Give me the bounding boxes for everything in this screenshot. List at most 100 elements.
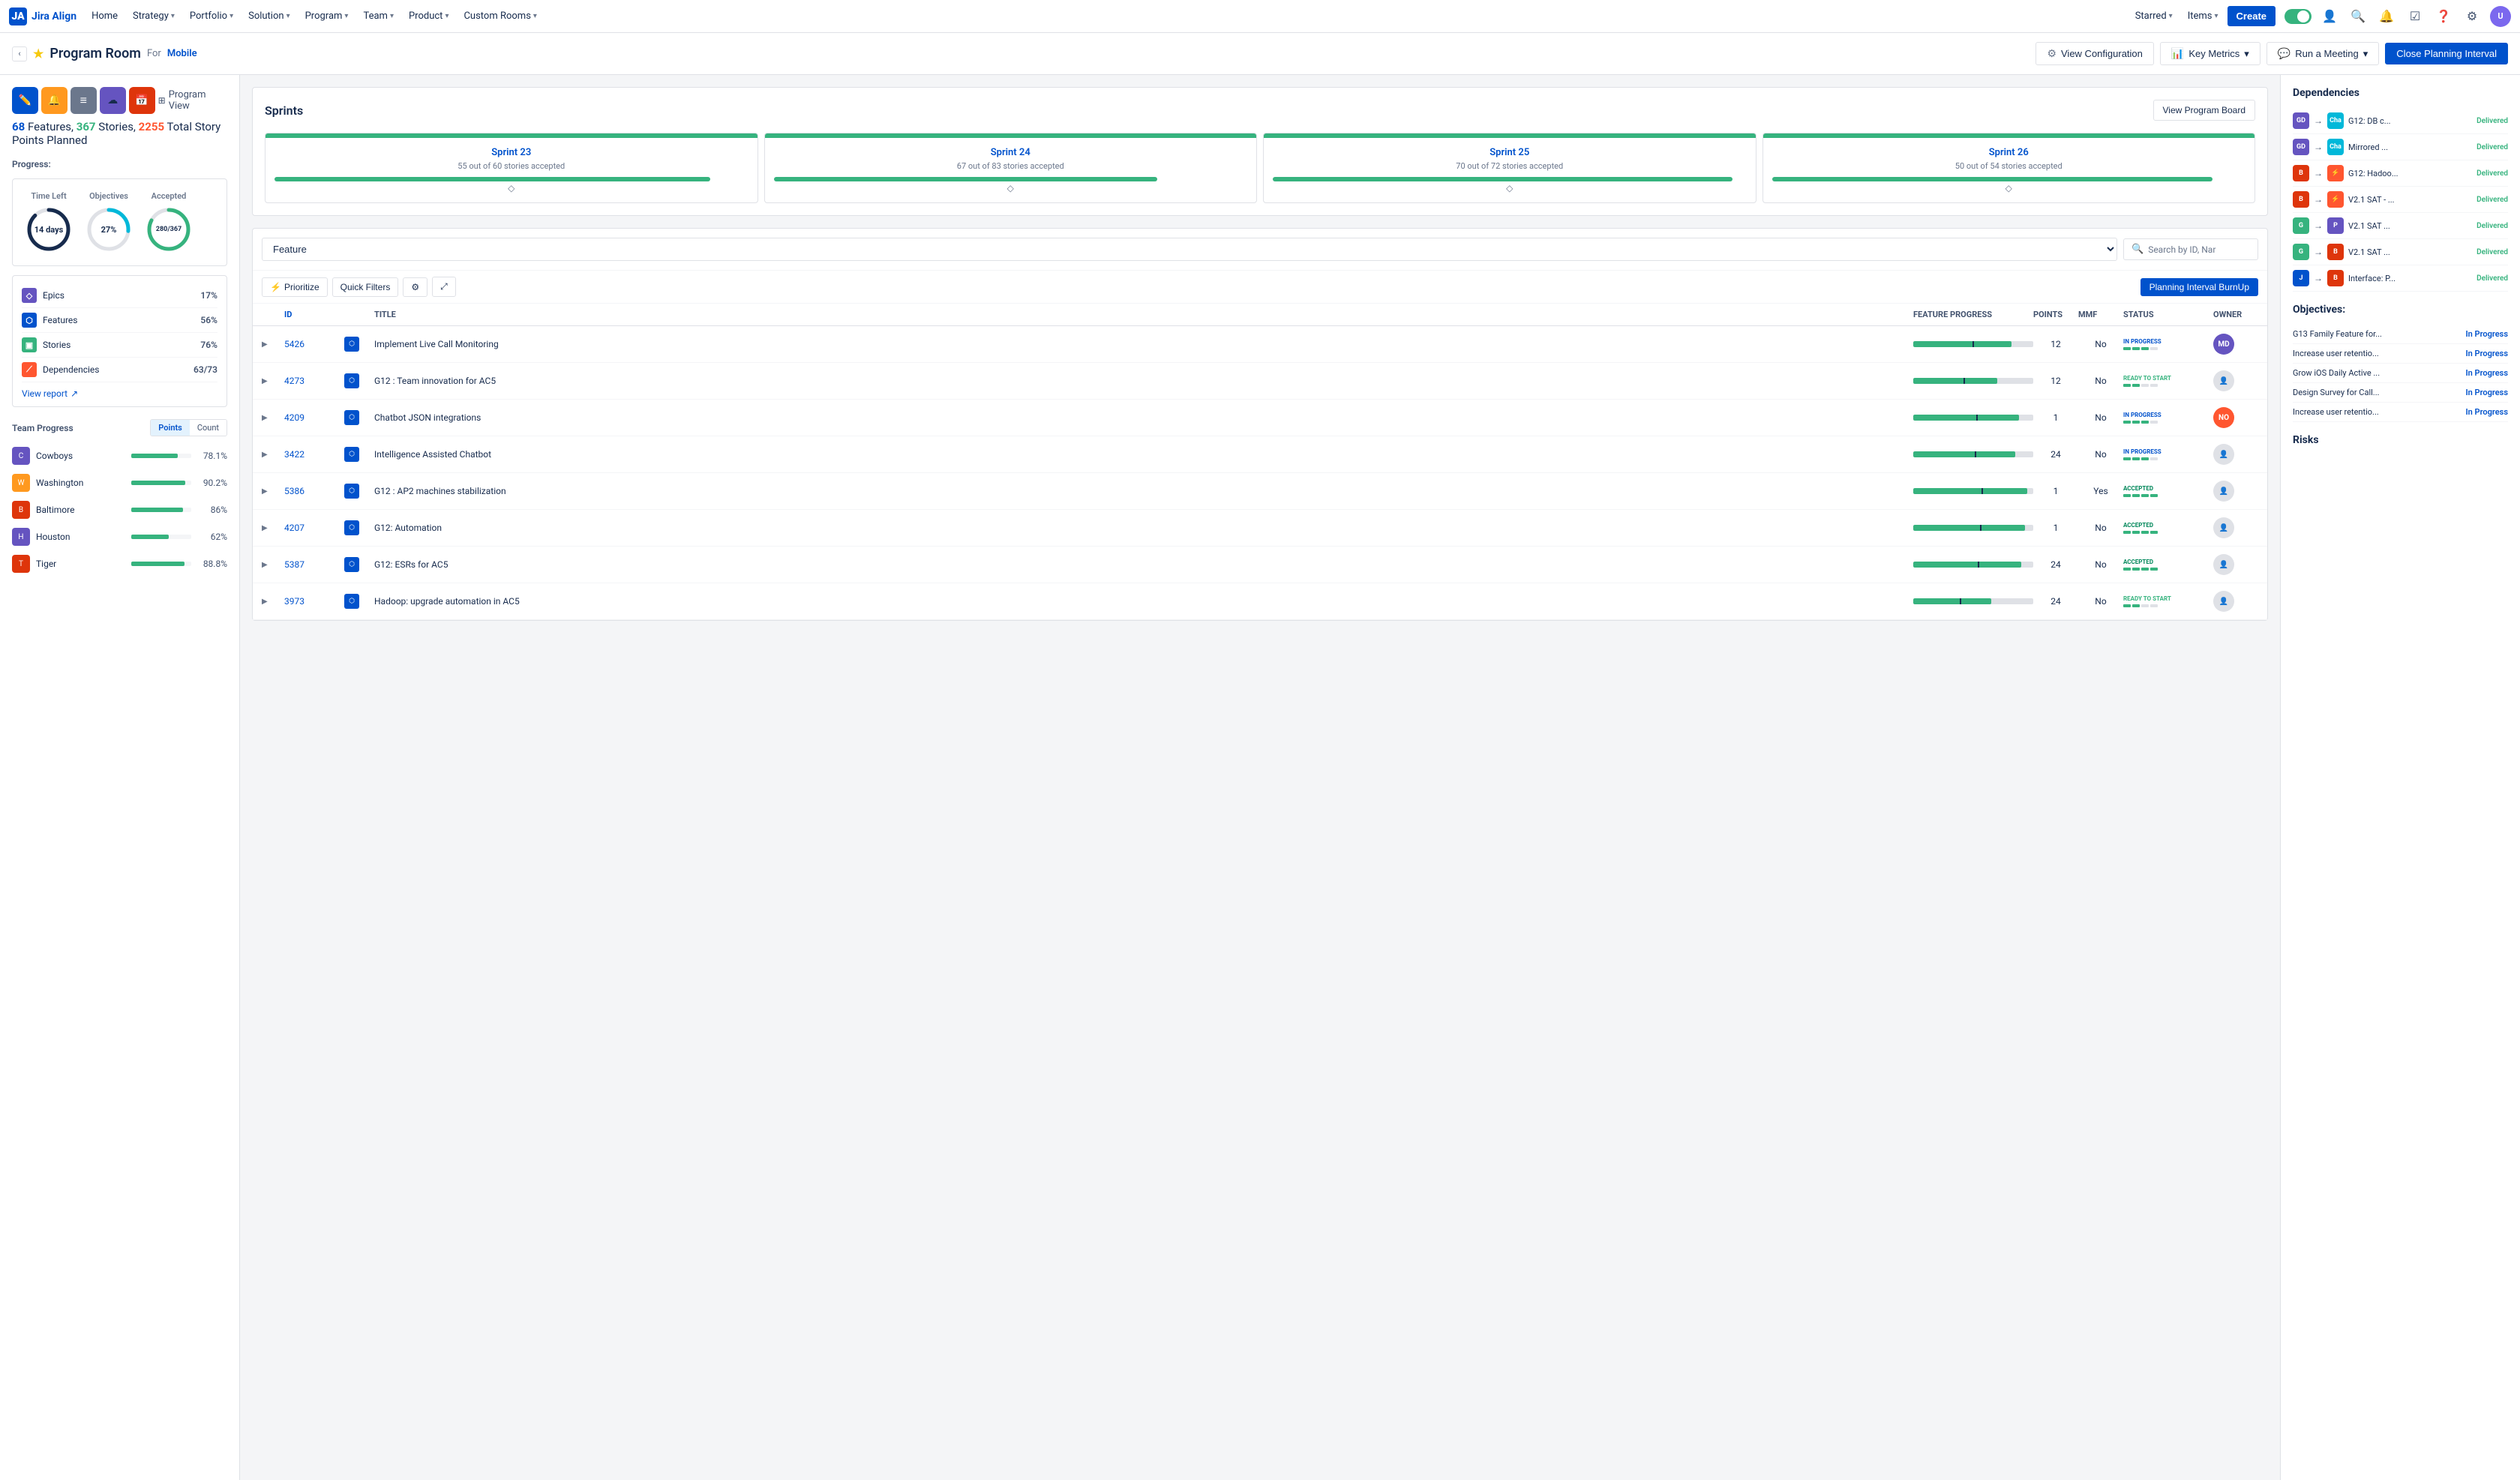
toggle-switch[interactable]: [2284, 9, 2312, 24]
team-bar-fill: [131, 481, 185, 485]
key-metrics-button[interactable]: 📊 Key Metrics ▾: [2160, 42, 2260, 65]
row-id[interactable]: 4273: [284, 376, 344, 386]
user-icon[interactable]: 👤: [2319, 6, 2340, 27]
search-icon[interactable]: 🔍: [2348, 6, 2368, 27]
dep-to-icon: B: [2327, 244, 2344, 260]
team-list-item: T Tiger 88.8%: [12, 550, 227, 577]
left-sidebar: ✏️ 🔔 ≡ ☁ 📅 ⊞ Program View 68 Features, 3…: [0, 75, 240, 1480]
chevron-down-icon: ▾: [286, 12, 290, 20]
create-button[interactable]: Create: [2228, 6, 2276, 26]
tab-points[interactable]: Points: [151, 420, 190, 436]
team-progress-bar: [131, 508, 191, 512]
search-input[interactable]: 🔍 Search by ID, Nar: [2123, 238, 2258, 260]
chevron-down-icon: ▾: [2215, 12, 2218, 20]
view-configuration-button[interactable]: ⚙ View Configuration: [2036, 42, 2153, 65]
row-expand-icon[interactable]: ▶: [262, 451, 284, 459]
prioritize-icon: ⚡: [270, 282, 281, 292]
tab-count[interactable]: Count: [190, 420, 226, 436]
team-progress-header: Team Progress Points Count: [12, 419, 227, 436]
avatar[interactable]: U: [2490, 6, 2511, 27]
view-icons-bar: ✏️ 🔔 ≡ ☁ 📅 ⊞ Program View: [12, 87, 227, 114]
help-icon[interactable]: ❓: [2433, 6, 2454, 27]
nav-custom-rooms[interactable]: Custom Rooms ▾: [458, 7, 542, 25]
progress-marker: [1960, 598, 1961, 604]
dep-to-icon: ⚡: [2327, 165, 2344, 181]
sprint-stats: 70 out of 72 stories accepted: [1273, 161, 1747, 171]
sprint-progress-bar: [1273, 177, 1732, 181]
dependencies-metric: ⟋ Dependencies 63/73: [22, 358, 218, 382]
nav-items[interactable]: Items ▾: [2182, 7, 2224, 25]
nav-product[interactable]: Product ▾: [403, 7, 454, 25]
team-icon: W: [12, 474, 30, 492]
row-expand-icon[interactable]: ▶: [262, 340, 284, 349]
sprint-name[interactable]: Sprint 26: [1772, 147, 2246, 158]
row-expand-icon[interactable]: ▶: [262, 487, 284, 496]
app-logo[interactable]: JA Jira Align: [9, 7, 76, 25]
sprint-progress-bar: [774, 177, 1158, 181]
feature-filter-select[interactable]: Feature: [262, 238, 2117, 261]
progress-bar-fill: [1913, 378, 1997, 384]
star-icon[interactable]: ★: [33, 46, 44, 61]
time-left-card: Time Left 14 days: [25, 191, 73, 253]
nav-starred[interactable]: Starred ▾: [2129, 7, 2179, 25]
nav-program[interactable]: Program ▾: [299, 7, 355, 25]
bell-icon[interactable]: 🔔: [2376, 6, 2397, 27]
dep-from-icon: GD: [2293, 112, 2309, 129]
sidebar-toggle[interactable]: ‹: [12, 46, 27, 61]
row-expand-icon[interactable]: ▶: [262, 598, 284, 606]
sprint-stats: 55 out of 60 stories accepted: [274, 161, 748, 171]
row-expand-icon[interactable]: ▶: [262, 377, 284, 385]
prioritize-button[interactable]: ⚡ Prioritize: [262, 277, 328, 297]
run-meeting-button[interactable]: 💬 Run a Meeting ▾: [2266, 42, 2380, 65]
dep-status: Delivered: [2476, 143, 2508, 151]
edit-view-icon[interactable]: ✏️: [12, 87, 38, 114]
expand-button[interactable]: ⤢: [432, 277, 456, 297]
row-id[interactable]: 5387: [284, 559, 344, 570]
row-expand-icon[interactable]: ▶: [262, 561, 284, 569]
row-id[interactable]: 3422: [284, 449, 344, 460]
objective-status: In Progress: [2466, 368, 2508, 378]
calendar-view-icon[interactable]: 📅: [129, 87, 155, 114]
col-id[interactable]: ID: [284, 310, 344, 319]
nav-strategy[interactable]: Strategy ▾: [127, 7, 181, 25]
quick-filters-button[interactable]: Quick Filters: [332, 277, 399, 297]
dep-label: V2.1 SAT - ...: [2348, 195, 2472, 205]
burnup-button[interactable]: Planning Interval BurnUp: [2140, 278, 2258, 296]
close-pi-button[interactable]: Close Planning Interval: [2385, 43, 2508, 64]
sprint-name[interactable]: Sprint 25: [1273, 147, 1747, 158]
cloud-view-icon[interactable]: ☁: [100, 87, 126, 114]
row-id[interactable]: 4209: [284, 412, 344, 423]
row-expand-icon[interactable]: ▶: [262, 414, 284, 422]
row-expand-icon[interactable]: ▶: [262, 524, 284, 532]
objective-label: Increase user retentio...: [2293, 349, 2460, 358]
progress-bar-fill: [1913, 525, 2025, 531]
time-left-label: Time Left: [31, 191, 66, 201]
objective-item: Grow iOS Daily Active ... In Progress: [2293, 364, 2508, 383]
nav-solution[interactable]: Solution ▾: [242, 7, 296, 25]
notification-view-icon[interactable]: 🔔: [41, 87, 68, 114]
row-id[interactable]: 5386: [284, 486, 344, 496]
dependency-item: J → B Interface: P... Delivered: [2293, 265, 2508, 292]
sprint-progress-bar: [1772, 177, 2212, 181]
team-progress-title: Team Progress: [12, 423, 74, 433]
features-count: 68: [12, 120, 25, 133]
row-id[interactable]: 4207: [284, 523, 344, 533]
settings-icon[interactable]: ⚙: [2462, 6, 2482, 27]
nav-team[interactable]: Team ▾: [357, 7, 400, 25]
team-value: 78.1%: [197, 451, 227, 461]
program-view-label[interactable]: ⊞ Program View: [158, 89, 227, 112]
row-id[interactable]: 3973: [284, 596, 344, 607]
epics-label: Epics: [43, 290, 194, 301]
sprint-name[interactable]: Sprint 23: [274, 147, 748, 158]
row-id[interactable]: 5426: [284, 339, 344, 349]
mobile-label[interactable]: Mobile: [167, 48, 197, 59]
view-program-board-button[interactable]: View Program Board: [2153, 100, 2256, 121]
row-status: READY TO START: [2123, 375, 2213, 387]
nav-portfolio[interactable]: Portfolio ▾: [184, 7, 239, 25]
sprint-name[interactable]: Sprint 24: [774, 147, 1248, 158]
nav-home[interactable]: Home: [86, 7, 124, 25]
checkmark-icon[interactable]: ☑: [2404, 6, 2426, 27]
view-report-link[interactable]: View report ↗: [22, 388, 218, 399]
settings-table-button[interactable]: ⚙: [403, 277, 428, 297]
list-view-icon[interactable]: ≡: [70, 87, 97, 114]
